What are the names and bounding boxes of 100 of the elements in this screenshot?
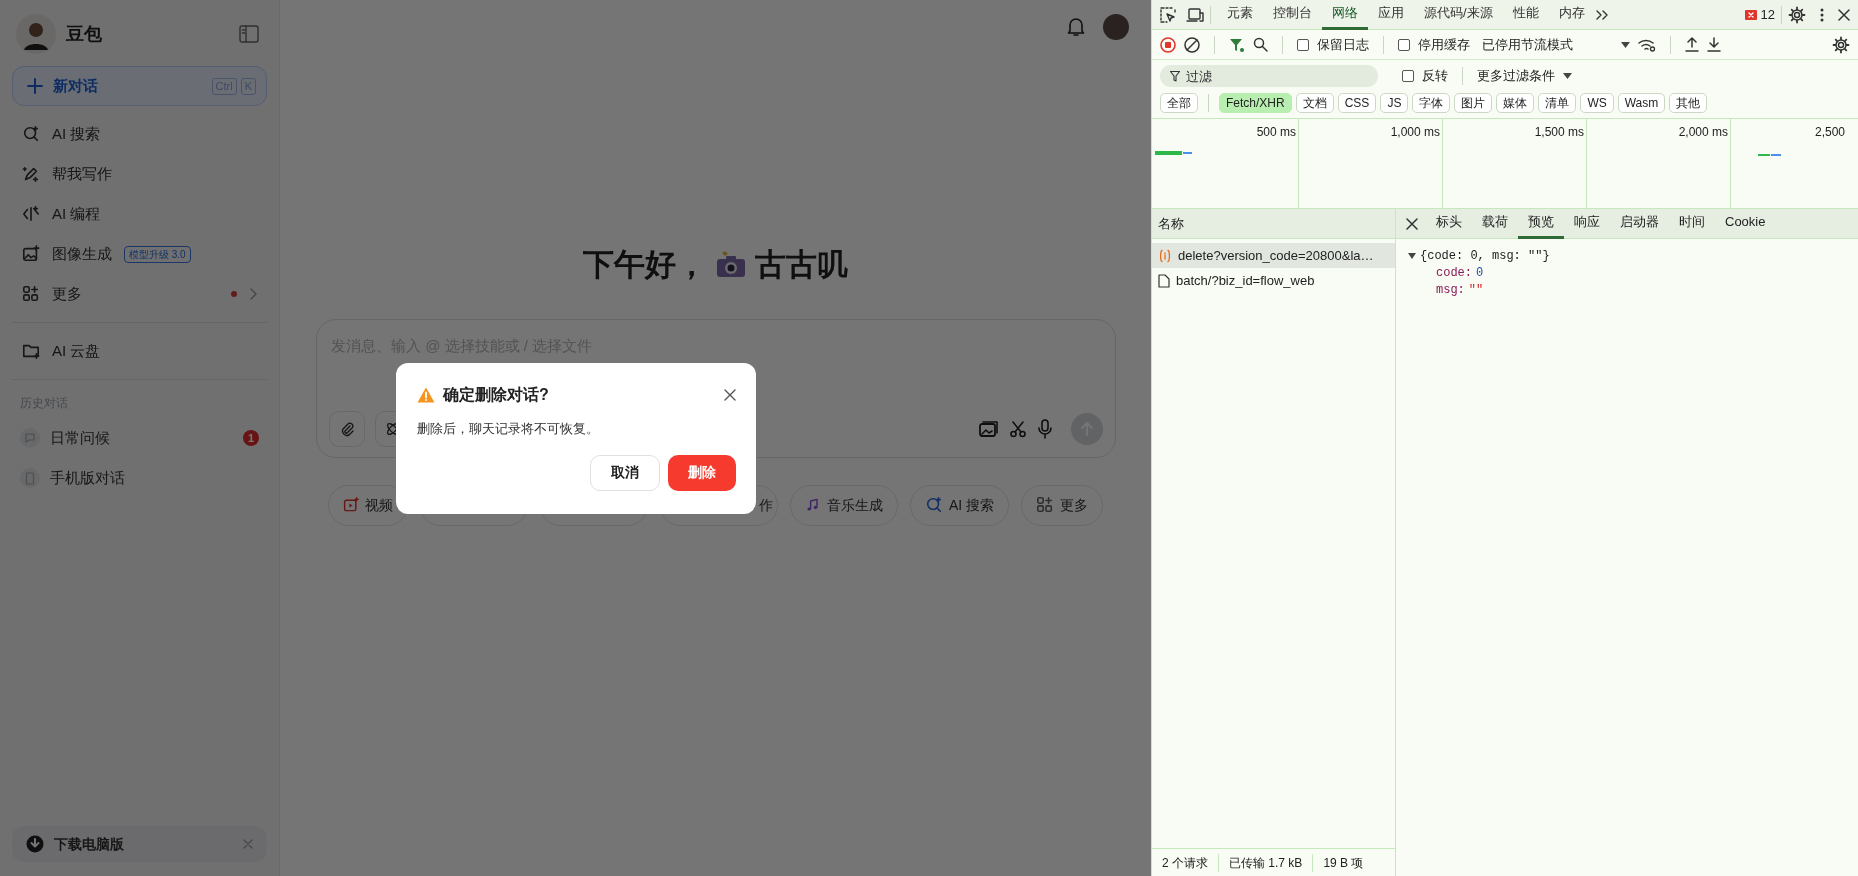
folder-icon bbox=[22, 342, 40, 360]
chip-label: 更多 bbox=[1060, 495, 1089, 515]
request-row[interactable]: delete?version_code=20800&la… bbox=[1152, 243, 1395, 268]
devtools-tab[interactable]: 网络 bbox=[1322, 0, 1368, 30]
sidebar-item[interactable]: 更多 bbox=[0, 274, 279, 314]
history-item-label: 手机版对话 bbox=[50, 467, 125, 488]
image-icon bbox=[22, 245, 40, 263]
close-icon[interactable] bbox=[1406, 217, 1418, 230]
apps-icon bbox=[1036, 496, 1055, 514]
type-filter-chip[interactable]: Wasm bbox=[1617, 93, 1666, 113]
type-filter-chip[interactable]: JS bbox=[1380, 93, 1409, 113]
detail-tab[interactable]: 启动器 bbox=[1610, 208, 1669, 239]
search-icon bbox=[924, 496, 943, 514]
devtools-tab[interactable]: 性能 bbox=[1502, 0, 1549, 30]
greeting-text: 下午好， bbox=[583, 246, 707, 284]
detail-tab[interactable]: Cookie bbox=[1715, 208, 1776, 239]
clear-icon[interactable] bbox=[1184, 36, 1200, 53]
sidebar-item-label: AI 搜索 bbox=[52, 123, 101, 144]
chip-label: 音乐生成 bbox=[826, 495, 883, 515]
settings-icon[interactable] bbox=[1788, 5, 1806, 24]
scissors-icon[interactable] bbox=[1009, 419, 1027, 438]
pen-icon bbox=[22, 165, 40, 183]
type-filter-chip[interactable]: 媒体 bbox=[1496, 93, 1535, 113]
request-name: delete?version_code=20800&la… bbox=[1178, 246, 1374, 265]
device-icon[interactable] bbox=[1186, 6, 1204, 23]
image-upload-icon[interactable] bbox=[979, 419, 999, 438]
detail-tab[interactable]: 预览 bbox=[1518, 208, 1564, 239]
detail-tab[interactable]: 时间 bbox=[1669, 208, 1715, 239]
devtools-tab[interactable]: 元素 bbox=[1217, 0, 1263, 30]
sidebar-item[interactable]: 图像生成 模型升级 3.0 bbox=[0, 234, 279, 274]
suggestion-chip[interactable]: 音乐生成 bbox=[789, 484, 898, 526]
sidebar-item[interactable]: AI 编程 bbox=[0, 194, 279, 234]
type-filter-chip[interactable]: 图片 bbox=[1454, 93, 1493, 113]
detail-tab[interactable]: 载荷 bbox=[1472, 208, 1518, 239]
filter-field[interactable]: 过滤 bbox=[1160, 65, 1378, 87]
type-filter-chip[interactable]: 清单 bbox=[1538, 93, 1577, 113]
checkbox[interactable] bbox=[1297, 38, 1309, 51]
more-filters-dropdown[interactable]: 更多过滤条件 bbox=[1477, 66, 1572, 86]
settings-icon[interactable] bbox=[1832, 35, 1850, 54]
type-filter-chip[interactable]: 全部 bbox=[1160, 93, 1198, 113]
type-filter-chip[interactable]: 字体 bbox=[1412, 93, 1451, 113]
sidebar-toggle-icon[interactable] bbox=[239, 25, 259, 43]
download-icon[interactable] bbox=[1707, 37, 1721, 52]
filter-icon[interactable] bbox=[1229, 36, 1245, 53]
suggestion-chip[interactable]: 更多 bbox=[1021, 484, 1104, 526]
search-icon[interactable] bbox=[1253, 37, 1268, 52]
throttling-dropdown[interactable]: 已停用节流模式 bbox=[1482, 34, 1630, 55]
kebab-menu-icon[interactable] bbox=[1820, 7, 1824, 22]
stop-recording-icon[interactable] bbox=[1160, 36, 1176, 53]
bell-icon[interactable] bbox=[1067, 17, 1085, 37]
upload-icon[interactable] bbox=[1685, 37, 1699, 52]
sidebar-item[interactable]: 帮我写作 bbox=[0, 154, 279, 194]
dialog-message: 删除后，聊天记录将不可恢复。 bbox=[417, 420, 600, 438]
microphone-icon[interactable] bbox=[1037, 418, 1053, 439]
timeline-tick: 1,500 ms bbox=[1534, 124, 1584, 141]
sidebar-item[interactable]: AI 云盘 bbox=[0, 331, 279, 371]
document-icon bbox=[1158, 273, 1170, 288]
detail-tab[interactable]: 响应 bbox=[1564, 208, 1610, 239]
history-item-label: 日常问候 bbox=[50, 427, 110, 448]
suggestion-chip[interactable]: AI 搜索 bbox=[909, 484, 1010, 526]
history-item[interactable]: 手机版对话 bbox=[0, 458, 279, 498]
devtools-tab[interactable]: 源代码/来源 bbox=[1414, 0, 1503, 30]
sidebar-item-label: 图像生成 bbox=[52, 243, 112, 264]
history-item[interactable]: 日常问候 1 bbox=[0, 418, 279, 458]
status-text: 2 个请求 bbox=[1152, 853, 1219, 872]
suggestion-chip[interactable]: 视频 bbox=[327, 484, 408, 526]
type-filter-chip[interactable]: CSS bbox=[1337, 93, 1377, 113]
chat-icon bbox=[24, 432, 36, 444]
inspect-icon[interactable] bbox=[1160, 6, 1176, 23]
error-count[interactable]: 12 bbox=[1760, 4, 1775, 25]
close-icon[interactable] bbox=[724, 389, 736, 401]
timeline-tick: 1,000 ms bbox=[1390, 124, 1440, 141]
checkbox[interactable] bbox=[1402, 70, 1414, 82]
devtools-tab[interactable]: 应用 bbox=[1368, 0, 1414, 30]
type-filter-chip[interactable]: 文档 bbox=[1295, 93, 1334, 113]
request-row[interactable]: batch/?biz_id=flow_web bbox=[1152, 268, 1395, 293]
avatar-icon bbox=[16, 14, 56, 54]
type-filter-chip[interactable]: WS bbox=[1580, 93, 1614, 113]
delete-button[interactable]: 删除 bbox=[668, 454, 736, 491]
detail-tab[interactable]: 标头 bbox=[1426, 208, 1472, 239]
expand-caret-icon[interactable] bbox=[1408, 251, 1416, 260]
paperclip-icon bbox=[339, 420, 355, 437]
column-header: 名称 bbox=[1158, 214, 1184, 233]
more-tabs-icon[interactable] bbox=[1594, 8, 1609, 21]
sidebar-item[interactable]: AI 搜索 bbox=[0, 114, 279, 154]
attach-button[interactable] bbox=[329, 410, 365, 447]
error-icon[interactable] bbox=[1744, 9, 1757, 20]
checkbox[interactable] bbox=[1398, 38, 1410, 51]
upgrade-tag: 模型升级 3.0 bbox=[124, 245, 191, 263]
devtools-tab[interactable]: 控制台 bbox=[1263, 0, 1322, 30]
devtools-tab[interactable]: 内存 bbox=[1548, 0, 1595, 30]
network-conditions-icon[interactable] bbox=[1638, 37, 1656, 52]
more-filters-label: 更多过滤条件 bbox=[1477, 67, 1555, 86]
user-avatar[interactable] bbox=[1103, 14, 1129, 40]
type-filter-chip[interactable]: 其他 bbox=[1669, 93, 1708, 113]
cancel-button[interactable]: 取消 bbox=[590, 454, 660, 491]
warning-icon bbox=[417, 387, 435, 403]
close-icon[interactable] bbox=[1838, 8, 1850, 21]
type-filter-chip[interactable]: Fetch/XHR bbox=[1219, 93, 1292, 113]
app-title: 豆包 bbox=[66, 22, 102, 46]
